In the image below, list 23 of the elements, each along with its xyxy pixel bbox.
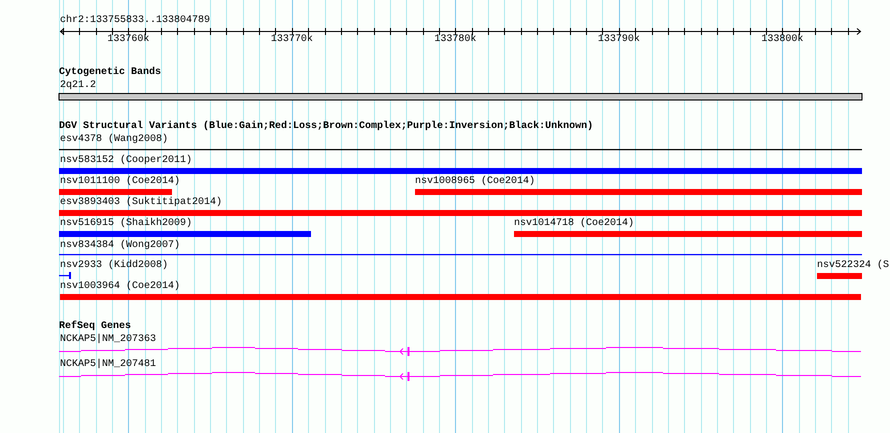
scale-label: 133800k (761, 35, 804, 45)
position-label: chr2:133755833..133804789 (60, 16, 210, 26)
variant-label: nsv522324 (S (817, 261, 890, 271)
variant-label: nsv1011100 (Coe2014) (60, 177, 180, 187)
variant-label: esv4378 (Wang2008) (60, 135, 168, 145)
variant-label: nsv1014718 (Coe2014) (514, 219, 634, 229)
track-title: DGV Structural Variants (Blue:Gain;Red:Loss;Brown:Complex;Purple:Inversion;Black:Unknown) (59, 122, 594, 132)
variant-label: esv3893403 (Suktitipat2014) (60, 198, 222, 208)
variant-label: nsv834384 (Wong2007) (60, 241, 180, 251)
scale-label: 133760k (107, 35, 150, 45)
scale-label: 133790k (598, 35, 640, 45)
track-title: Cytogenetic Bands (59, 68, 162, 78)
band-label: 2q21.2 (60, 81, 96, 91)
scale-label: 133780k (434, 35, 476, 45)
track-title: RefSeq Genes (59, 322, 132, 332)
gene-label: NCKAP5|NM_207363 (60, 335, 156, 345)
scale-label: 133770k (270, 35, 313, 45)
variant-label: nsv583152 (Cooper2011) (60, 156, 192, 166)
variant-label: nsv2933 (Kidd2008) (60, 261, 168, 271)
variant-label: nsv1008965 (Coe2014) (415, 177, 536, 187)
variant-label: nsv516915 (Shaikh2009) (60, 219, 192, 229)
variant-label: nsv1003964 (Coe2014) (60, 282, 180, 292)
gene-label: NCKAP5|NM_207481 (60, 360, 156, 370)
